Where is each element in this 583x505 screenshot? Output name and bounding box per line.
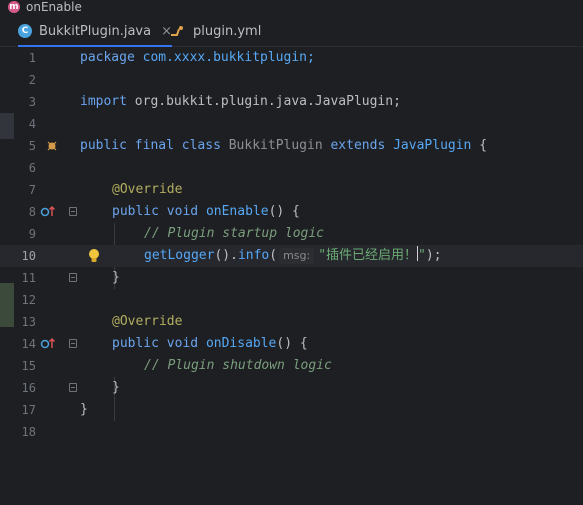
code-line[interactable]: 11 } bbox=[0, 267, 583, 289]
code-line[interactable]: 17 } bbox=[0, 399, 583, 421]
line-number: 4 bbox=[28, 117, 36, 131]
code-text: public void onEnable() { bbox=[112, 204, 300, 219]
fold-toggle[interactable] bbox=[69, 273, 77, 282]
line-number: 7 bbox=[28, 183, 36, 197]
code-text: } bbox=[112, 380, 120, 395]
tab-plugin-yml[interactable]: plugin.yml bbox=[170, 16, 261, 46]
parameter-hint: msg: bbox=[279, 248, 315, 264]
run-plugin-icon[interactable] bbox=[46, 135, 58, 157]
code-line[interactable]: 6 bbox=[0, 157, 583, 179]
override-marker-icon[interactable] bbox=[40, 201, 58, 223]
code-text: package com.xxxx.bukkitplugin; bbox=[80, 50, 315, 65]
fold-toggle[interactable] bbox=[69, 383, 77, 392]
code-line[interactable]: 12 bbox=[0, 289, 583, 311]
code-line[interactable]: 7 @Override bbox=[0, 179, 583, 201]
line-number: 16 bbox=[21, 381, 36, 395]
editor-tab-bar: C BukkitPlugin.java × plugin.yml bbox=[0, 16, 583, 47]
line-number: 8 bbox=[28, 205, 36, 219]
code-line[interactable]: 16 } bbox=[0, 377, 583, 399]
line-number: 6 bbox=[28, 161, 36, 175]
code-text: public final class BukkitPlugin extends … bbox=[80, 138, 488, 153]
tab-label: plugin.yml bbox=[193, 23, 262, 39]
line-number: 17 bbox=[21, 403, 36, 417]
line-number: 5 bbox=[28, 139, 36, 153]
code-line[interactable]: 4 bbox=[0, 113, 583, 135]
code-text: // Plugin shutdown logic bbox=[144, 358, 332, 373]
line-number: 15 bbox=[21, 359, 36, 373]
method-icon: m bbox=[8, 1, 20, 13]
line-number: 12 bbox=[21, 293, 36, 307]
code-line[interactable]: 5 public final class BukkitPlugin extend… bbox=[0, 135, 583, 157]
code-line[interactable]: 15 // Plugin shutdown logic bbox=[0, 355, 583, 377]
code-line[interactable]: 8 public void onEnable() { bbox=[0, 201, 583, 223]
code-text: // Plugin startup logic bbox=[144, 226, 325, 241]
override-marker-icon[interactable] bbox=[40, 333, 58, 355]
code-text: } bbox=[80, 402, 88, 417]
code-line[interactable]: 13 @Override bbox=[0, 311, 583, 333]
line-number: 18 bbox=[21, 425, 36, 439]
line-number: 1 bbox=[28, 51, 36, 65]
tab-label: BukkitPlugin.java bbox=[39, 23, 152, 39]
code-editor[interactable]: 1 package com.xxxx.bukkitplugin; 2 3 imp… bbox=[0, 47, 583, 505]
code-line[interactable]: 1 package com.xxxx.bukkitplugin; bbox=[0, 47, 583, 69]
code-line[interactable]: 14 public void onDisable() { bbox=[0, 333, 583, 355]
breadcrumb-method[interactable]: onEnable bbox=[26, 0, 82, 14]
fold-toggle[interactable] bbox=[69, 207, 77, 216]
code-line[interactable]: 18 bbox=[0, 421, 583, 443]
code-line-current[interactable]: 10 getLogger().info(msg: "插件已经启用！"); bbox=[0, 245, 583, 267]
code-text: @Override bbox=[112, 314, 183, 329]
line-number: 13 bbox=[21, 315, 36, 329]
code-text: getLogger().info(msg: "插件已经启用！"); bbox=[144, 246, 442, 264]
tab-bukkitplugin-java[interactable]: C BukkitPlugin.java × bbox=[18, 16, 172, 47]
line-number: 2 bbox=[28, 73, 36, 87]
yaml-file-icon bbox=[170, 24, 186, 38]
fold-toggle[interactable] bbox=[69, 339, 77, 348]
line-number: 10 bbox=[21, 249, 36, 263]
java-class-icon: C bbox=[18, 24, 32, 38]
code-text: } bbox=[112, 270, 120, 285]
line-number: 14 bbox=[21, 337, 36, 351]
code-text: import org.bukkit.plugin.java.JavaPlugin… bbox=[80, 94, 401, 109]
code-line[interactable]: 3 import org.bukkit.plugin.java.JavaPlug… bbox=[0, 91, 583, 113]
line-number: 3 bbox=[28, 95, 36, 109]
code-line[interactable]: 9 // Plugin startup logic bbox=[0, 223, 583, 245]
code-text: @Override bbox=[112, 182, 183, 197]
breadcrumb[interactable]: m onEnable bbox=[0, 0, 583, 14]
code-text: public void onDisable() { bbox=[112, 336, 308, 351]
line-number: 11 bbox=[21, 271, 36, 285]
line-number: 9 bbox=[28, 227, 36, 241]
code-line[interactable]: 2 bbox=[0, 69, 583, 91]
